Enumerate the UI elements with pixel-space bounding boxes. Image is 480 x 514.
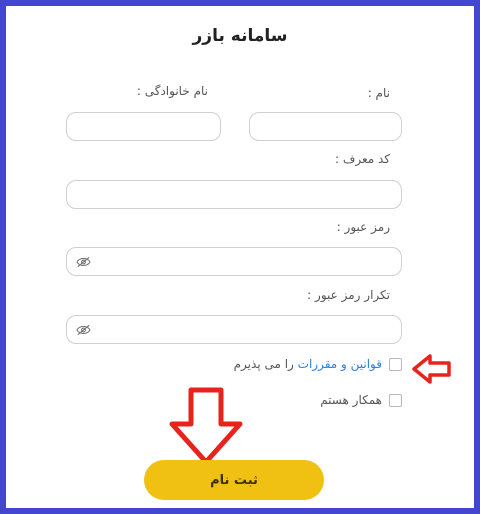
- eye-slash-icon[interactable]: [76, 324, 91, 336]
- last-name-input[interactable]: [67, 113, 220, 140]
- partner-checkbox[interactable]: [389, 394, 402, 407]
- terms-acceptance-text: قوانین و مقررات را می پذیرم: [234, 357, 382, 371]
- partner-label: همکار هستم: [320, 393, 382, 407]
- confirm-password-input[interactable]: [67, 316, 401, 343]
- terms-checkbox[interactable]: [389, 358, 402, 371]
- referral-code-field[interactable]: [66, 180, 402, 209]
- password-label: رمز عبور :: [336, 220, 390, 234]
- register-button[interactable]: ثبت نام: [144, 460, 324, 500]
- terms-link[interactable]: قوانین و مقررات: [298, 357, 382, 371]
- confirm-password-label: تکرار رمز عبور :: [307, 288, 390, 302]
- confirm-password-field[interactable]: [66, 315, 402, 344]
- last-name-field[interactable]: [66, 112, 221, 141]
- first-name-label: نام :: [367, 86, 390, 100]
- arrow-down-annotation: [169, 387, 243, 465]
- password-field[interactable]: [66, 247, 402, 276]
- page-title: سامانه بازر: [192, 26, 288, 46]
- terms-suffix: را می پذیرم: [233, 357, 298, 371]
- arrow-left-annotation: [412, 354, 451, 384]
- password-input[interactable]: [67, 248, 401, 275]
- referral-code-label: کد معرف :: [335, 152, 390, 166]
- eye-slash-icon[interactable]: [76, 256, 91, 268]
- referral-code-input[interactable]: [67, 181, 401, 208]
- last-name-label: نام خانوادگی :: [136, 84, 208, 98]
- first-name-field[interactable]: [249, 112, 402, 141]
- first-name-input[interactable]: [250, 113, 401, 140]
